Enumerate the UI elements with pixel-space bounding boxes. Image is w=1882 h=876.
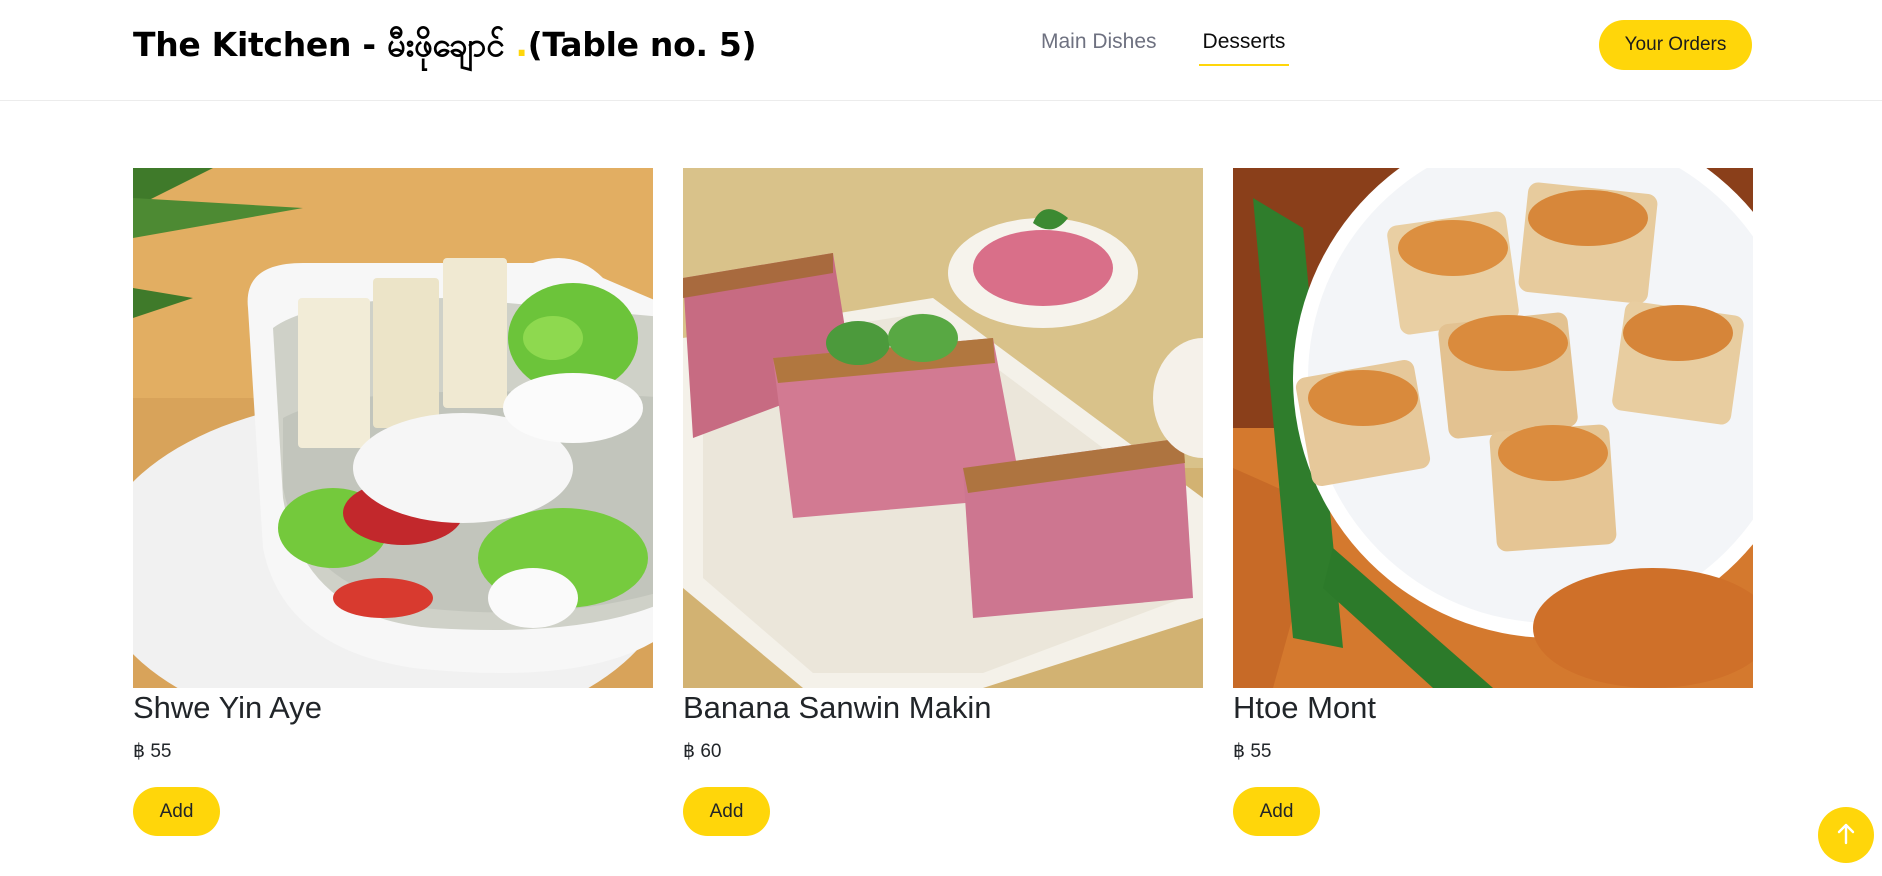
top-navbar: The Kitchen - မီးဖိုချောင် .(Table no. 5…	[0, 0, 1882, 101]
main-nav: Main Dishes Desserts	[1041, 30, 1290, 66]
menu-item-name: Shwe Yin Aye	[133, 690, 323, 725]
add-to-order-button[interactable]: Add	[133, 787, 220, 836]
menu-item-price: ฿ 55	[1233, 741, 1272, 762]
nav-link-desserts[interactable]: Desserts	[1198, 30, 1290, 66]
dessert-menu-grid: Shwe Yin Aye ฿ 55 Add Banana Sanwin Maki…	[133, 168, 1753, 836]
arrow-up-icon	[1837, 823, 1855, 848]
banana-sanwin-makin-photo	[683, 168, 1203, 688]
htoe-mont-photo	[1233, 168, 1753, 688]
add-to-order-button[interactable]: Add	[683, 787, 770, 836]
nav-link-main-dishes[interactable]: Main Dishes	[1041, 30, 1157, 66]
menu-card: Banana Sanwin Makin ฿ 60 Add	[683, 168, 1203, 836]
page-title: The Kitchen - မီးဖိုချောင် .(Table no. 5…	[133, 24, 757, 73]
brand-dot: .	[515, 25, 528, 64]
add-to-order-button[interactable]: Add	[1233, 787, 1320, 836]
shwe-yin-aye-photo	[133, 168, 653, 688]
your-orders-button[interactable]: Your Orders	[1599, 20, 1752, 70]
table-number: (Table no. 5)	[527, 25, 757, 64]
menu-item-price: ฿ 55	[133, 741, 172, 762]
scroll-to-top-button[interactable]	[1818, 807, 1874, 863]
menu-item-name: Htoe Mont	[1233, 690, 1377, 725]
menu-item-name: Banana Sanwin Makin	[683, 690, 992, 725]
brand-name: The Kitchen - မီးဖိုချောင်	[133, 25, 505, 64]
menu-card: Shwe Yin Aye ฿ 55 Add	[133, 168, 653, 836]
menu-card: Htoe Mont ฿ 55 Add	[1233, 168, 1753, 836]
menu-item-price: ฿ 60	[683, 741, 722, 762]
